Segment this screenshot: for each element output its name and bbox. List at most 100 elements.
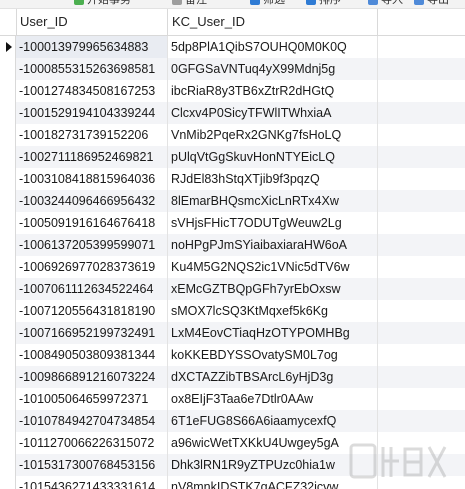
table-row[interactable]: -100182731739152206 VnMib2PqeRx2GNKg7fsHo… bbox=[0, 124, 465, 146]
cell-user-id[interactable]: -1003108418815964036 bbox=[16, 168, 168, 190]
row-marker[interactable] bbox=[0, 234, 16, 256]
toolbar-item-2[interactable]: 筛选 bbox=[250, 0, 285, 7]
row-marker[interactable] bbox=[0, 322, 16, 344]
cell-kc-user-id[interactable]: 8lEmarBHQsmcXicLnRTx4Xw bbox=[168, 190, 378, 212]
data-grid: User_ID KC_User_ID -100013979965634883 5d… bbox=[0, 9, 465, 489]
cell-kc-user-id[interactable]: dXCTAZZibTBSArcL6yHjD3g bbox=[168, 366, 378, 388]
table-row[interactable]: -1007061112634522464 xEMcGZTBQpGFh7yrEbOx… bbox=[0, 278, 465, 300]
cell-kc-user-id[interactable]: 5dp8PlA1QibS7OUHQ0M0K0Q bbox=[168, 36, 378, 58]
cell-user-id[interactable]: -1005091916164676418 bbox=[16, 212, 168, 234]
toolbar-item-label: 开始事务 bbox=[87, 0, 131, 6]
column-header-user-id[interactable]: User_ID bbox=[16, 9, 168, 35]
row-marker[interactable] bbox=[0, 58, 16, 80]
row-marker[interactable] bbox=[0, 300, 16, 322]
cell-kc-user-id[interactable]: sVHjsFHicT7ODUTgWeuw2Lg bbox=[168, 212, 378, 234]
toolbar-item-5[interactable]: 导出 bbox=[414, 0, 449, 7]
cell-user-id[interactable]: -1007166952199732491 bbox=[16, 322, 168, 344]
cell-kc-user-id[interactable]: noHPgPJmSYiaibaxiaraHW6oA bbox=[168, 234, 378, 256]
table-row[interactable]: -1006137205399599071 noHPgPJmSYiaibaxiara… bbox=[0, 234, 465, 256]
row-marker[interactable] bbox=[0, 366, 16, 388]
cell-user-id[interactable]: -1003244096466956432 bbox=[16, 190, 168, 212]
cell-user-id[interactable]: -100013979965634883 bbox=[16, 36, 168, 58]
cell-user-id[interactable]: -1008490503809381344 bbox=[16, 344, 168, 366]
toolbar-item-0[interactable]: 开始事务 bbox=[74, 0, 131, 7]
cell-kc-user-id[interactable]: xEMcGZTBQpGFh7yrEbOxsw bbox=[168, 278, 378, 300]
table-row[interactable]: -1009866891216073224 dXCTAZZibTBSArcL6yHj… bbox=[0, 366, 465, 388]
row-marker[interactable] bbox=[0, 278, 16, 300]
toolbar-item-1[interactable]: 备注 bbox=[172, 0, 207, 7]
cell-user-id[interactable]: -1015317300768453156 bbox=[16, 454, 168, 476]
row-marker[interactable] bbox=[0, 212, 16, 234]
cell-kc-user-id[interactable]: Ku4M5G2NQS2ic1VNic5dTV6w bbox=[168, 256, 378, 278]
grid-header: User_ID KC_User_ID bbox=[0, 9, 465, 36]
column-header-kc-user-id[interactable]: KC_User_ID bbox=[168, 9, 378, 35]
row-marker[interactable] bbox=[0, 36, 16, 58]
row-marker[interactable] bbox=[0, 146, 16, 168]
table-row[interactable]: -1003108418815964036 RJdEl83hStqXTjib9f3p… bbox=[0, 168, 465, 190]
cell-user-id[interactable]: -1000855315263698581 bbox=[16, 58, 168, 80]
cell-kc-user-id[interactable]: pUlqVtGgSkuvHonNTYEicLQ bbox=[168, 146, 378, 168]
table-row[interactable]: -1001274834508167253 ibcRiaR8y3TB6xZtrR2d… bbox=[0, 80, 465, 102]
cell-user-id[interactable]: -1011270066226315072 bbox=[16, 432, 168, 454]
grid-rows: -100013979965634883 5dp8PlA1QibS7OUHQ0M0K… bbox=[0, 36, 465, 489]
cell-user-id[interactable]: -1006137205399599071 bbox=[16, 234, 168, 256]
cell-user-id[interactable]: -1001274834508167253 bbox=[16, 80, 168, 102]
cell-kc-user-id[interactable]: 6T1eFUG8S66A6iaamycexfQ bbox=[168, 410, 378, 432]
row-marker[interactable] bbox=[0, 124, 16, 146]
cell-kc-user-id[interactable]: LxM4EovCTiaqHzOTYPOMHBg bbox=[168, 322, 378, 344]
row-marker[interactable] bbox=[0, 344, 16, 366]
toolbar-item-3[interactable]: 排序 bbox=[306, 0, 341, 7]
cell-user-id[interactable]: -1007120556431818190 bbox=[16, 300, 168, 322]
cell-kc-user-id[interactable]: sMOX7lcSQ3KtMqxef5k6Kg bbox=[168, 300, 378, 322]
cell-kc-user-id[interactable]: ibcRiaR8y3TB6xZtrR2dHGtQ bbox=[168, 80, 378, 102]
cell-kc-user-id[interactable]: koKKEBDYSSOvatySM0L7og bbox=[168, 344, 378, 366]
cell-kc-user-id[interactable]: RJdEl83hStqXTjib9f3pqzQ bbox=[168, 168, 378, 190]
cell-user-id[interactable]: -1009866891216073224 bbox=[16, 366, 168, 388]
row-marker[interactable] bbox=[0, 102, 16, 124]
watermark-logo-icon bbox=[349, 443, 447, 479]
toolbar-item-icon bbox=[74, 0, 84, 6]
table-row[interactable]: -1001529194104339244 Clcxv4P0SicyTFWlITWh… bbox=[0, 102, 465, 124]
table-row[interactable]: -1005091916164676418 sVHjsFHicT7ODUTgWeuw… bbox=[0, 212, 465, 234]
cell-user-id[interactable]: -100182731739152206 bbox=[16, 124, 168, 146]
row-marker[interactable] bbox=[0, 256, 16, 278]
toolbar-item-4[interactable]: 导入 bbox=[368, 0, 403, 7]
cell-user-id[interactable]: -1001529194104339244 bbox=[16, 102, 168, 124]
row-marker[interactable] bbox=[0, 432, 16, 454]
toolbar-item-icon bbox=[172, 0, 182, 6]
table-row[interactable]: -1003244096466956432 8lEmarBHQsmcXicLnRTx… bbox=[0, 190, 465, 212]
row-marker[interactable] bbox=[0, 388, 16, 410]
row-marker[interactable] bbox=[0, 410, 16, 432]
cell-kc-user-id[interactable]: ox8EIjF3Taa6e7Dtlr0AAw bbox=[168, 388, 378, 410]
cell-kc-user-id[interactable]: VnMib2PqeRx2GNKg7fsHoLQ bbox=[168, 124, 378, 146]
header-row-marker bbox=[0, 9, 17, 35]
toolbar-item-label: 备注 bbox=[185, 0, 207, 6]
cell-user-id[interactable]: -1007061112634522464 bbox=[16, 278, 168, 300]
cell-kc-user-id[interactable]: Clcxv4P0SicyTFWlITWhxiaA bbox=[168, 102, 378, 124]
toolbar-item-icon bbox=[368, 0, 378, 6]
row-marker[interactable] bbox=[0, 454, 16, 476]
row-marker[interactable] bbox=[0, 168, 16, 190]
table-row[interactable]: -1007166952199732491 LxM4EovCTiaqHzOTYPOM… bbox=[0, 322, 465, 344]
table-row[interactable]: -1008490503809381344 koKKEBDYSSOvatySM0L7… bbox=[0, 344, 465, 366]
table-row[interactable]: -1010784942704734854 6T1eFUG8S66A6iaamyce… bbox=[0, 410, 465, 432]
table-row[interactable]: -1007120556431818190 sMOX7lcSQ3KtMqxef5k6… bbox=[0, 300, 465, 322]
cell-user-id[interactable]: -1010784942704734854 bbox=[16, 410, 168, 432]
table-row[interactable]: -1002711186952469821 pUlqVtGgSkuvHonNTYEi… bbox=[0, 146, 465, 168]
toolbar-item-label: 筛选 bbox=[263, 0, 285, 6]
row-marker[interactable] bbox=[0, 80, 16, 102]
row-marker[interactable] bbox=[0, 190, 16, 212]
cell-user-id[interactable]: -1015436271433331614 bbox=[16, 476, 168, 489]
cell-user-id[interactable]: -1006926977028373619 bbox=[16, 256, 168, 278]
cell-kc-user-id[interactable]: 0GFGSaVNTuq4yX99Mdnj5g bbox=[168, 58, 378, 80]
table-row[interactable]: -101005064659972371 ox8EIjF3Taa6e7Dtlr0AA… bbox=[0, 388, 465, 410]
toolbar-item-label: 排序 bbox=[319, 0, 341, 6]
cell-user-id[interactable]: -101005064659972371 bbox=[16, 388, 168, 410]
table-row[interactable]: -1000855315263698581 0GFGSaVNTuq4yX99Mdnj… bbox=[0, 58, 465, 80]
cell-user-id[interactable]: -1002711186952469821 bbox=[16, 146, 168, 168]
toolbar-item-label: 导入 bbox=[381, 0, 403, 6]
table-row[interactable]: -100013979965634883 5dp8PlA1QibS7OUHQ0M0K… bbox=[0, 36, 465, 58]
current-row-arrow-icon bbox=[6, 42, 12, 52]
table-row[interactable]: -1006926977028373619 Ku4M5G2NQS2ic1VNic5d… bbox=[0, 256, 465, 278]
row-marker[interactable] bbox=[0, 476, 16, 489]
